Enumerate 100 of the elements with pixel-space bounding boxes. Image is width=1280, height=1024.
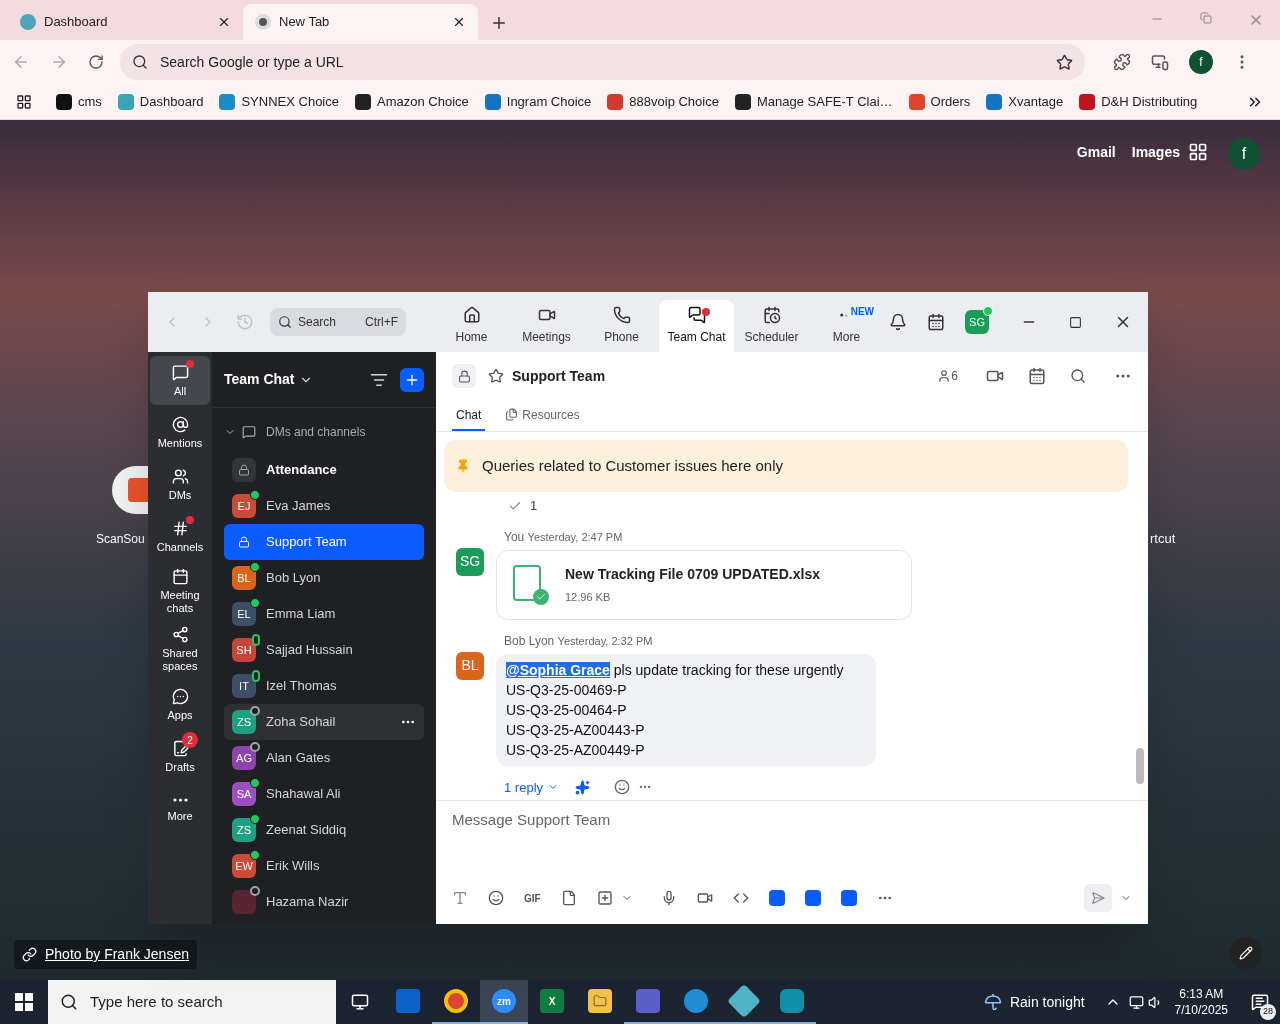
calendar-icon[interactable] <box>927 313 945 331</box>
rail-item[interactable]: Meeting chats <box>150 564 210 619</box>
member-count[interactable]: 6 <box>937 367 958 385</box>
sparkle-icon[interactable] <box>575 779 591 795</box>
reload-icon[interactable] <box>88 54 104 70</box>
chat-list-item[interactable]: IT Izel Thomas <box>224 668 424 704</box>
chat-list-item[interactable]: EJ Eva James <box>224 488 424 524</box>
new-chat-button[interactable] <box>400 367 424 392</box>
sender-avatar[interactable]: BL <box>456 651 484 680</box>
rail-item[interactable]: Channels <box>150 512 210 561</box>
extensions-icon[interactable] <box>1113 53 1131 71</box>
network-icon[interactable] <box>1128 994 1144 1010</box>
file-icon[interactable] <box>560 890 577 906</box>
nav-tab[interactable]: Phone <box>584 300 659 352</box>
photo-credit-link[interactable]: Photo by Frank Jensen <box>14 940 197 969</box>
search-icon[interactable] <box>1070 368 1086 384</box>
profile-avatar[interactable]: f <box>1228 138 1260 170</box>
chat-list-item[interactable]: Attendance <box>224 452 424 488</box>
rail-item[interactable]: All <box>150 356 210 405</box>
nav-tab[interactable]: Scheduler <box>734 300 809 352</box>
bookmark[interactable]: D&H Distributing <box>1079 91 1198 112</box>
chat-list-item[interactable]: AG Alan Gates <box>224 740 424 776</box>
bookmark[interactable]: Amazon Choice <box>355 91 469 112</box>
close-icon[interactable] <box>452 15 466 29</box>
gif-button[interactable]: GIF <box>524 890 541 906</box>
bookmark-favicon-icon <box>484 93 501 110</box>
bookmark-star-icon[interactable] <box>1056 53 1073 71</box>
chat-list-item[interactable]: Support Team <box>224 524 424 560</box>
app-icon[interactable] <box>840 890 857 906</box>
rail-item[interactable]: Mentions <box>150 408 210 457</box>
chat-list-title[interactable]: Team Chat <box>224 369 295 390</box>
chat-name: Bob Lyon <box>266 569 322 588</box>
customize-button[interactable] <box>1230 937 1262 969</box>
reply-count-link[interactable]: 1 reply <box>504 777 560 797</box>
chat-list-item[interactable]: Hazama Nazir <box>224 884 424 920</box>
media-icon[interactable] <box>1151 53 1169 71</box>
scrollbar-thumb[interactable] <box>1136 748 1144 784</box>
emoji-icon[interactable] <box>488 890 504 906</box>
calendar-icon[interactable] <box>1028 367 1046 385</box>
weather-icon[interactable] <box>983 993 1002 1011</box>
video-icon[interactable] <box>696 890 713 906</box>
screenshot-icon[interactable] <box>596 890 613 906</box>
apps-grid-icon[interactable] <box>1188 142 1208 162</box>
file-card[interactable]: New Tracking File 0709 UPDATED.xlsx 12.96 KB <box>496 549 912 620</box>
new-tab-icon[interactable] <box>490 14 508 32</box>
bookmark[interactable]: SYNNEX Choice <box>219 91 339 112</box>
channel-tab[interactable]: Chat <box>452 400 486 431</box>
rail-item[interactable]: Shared spaces <box>150 622 210 677</box>
rail-item[interactable]: DMs <box>150 460 210 509</box>
chat-list-item[interactable]: BL Bob Lyon <box>224 560 424 596</box>
notifications-button[interactable]: 28 <box>1240 980 1280 1024</box>
browser-tab[interactable]: Dashboard <box>8 4 243 40</box>
maximize-icon[interactable] <box>1069 315 1082 329</box>
app-icon[interactable] <box>768 890 785 906</box>
chat-list-item[interactable]: EW Erik Wills <box>224 848 424 884</box>
nav-tab[interactable]: NEW More <box>809 300 884 352</box>
nav-tab[interactable]: Team Chat <box>659 300 734 352</box>
send-button[interactable] <box>1084 884 1112 912</box>
rail-item[interactable]: More <box>150 784 210 833</box>
apps-grid-icon[interactable] <box>16 93 32 110</box>
chat-list-item[interactable]: EL Emma Liam <box>224 596 424 632</box>
text-format-icon[interactable] <box>452 890 468 906</box>
nav-tab[interactable]: Meetings <box>509 300 584 352</box>
close-icon[interactable] <box>217 15 231 29</box>
profile-avatar[interactable]: f <box>1189 50 1213 74</box>
code-icon[interactable] <box>732 890 749 906</box>
bookmark[interactable]: 888voip Choice <box>607 91 719 112</box>
chat-list-item[interactable]: SA Shahawal Ali <box>224 776 424 812</box>
address-bar[interactable]: Search Google or type a URL <box>120 44 1085 80</box>
search-field[interactable]: Search Ctrl+F <box>270 308 406 336</box>
star-icon[interactable] <box>488 368 504 384</box>
chat-list-item[interactable]: SH Sajjad Hussain <box>224 632 424 668</box>
taskbar-app[interactable]: X <box>528 980 576 1024</box>
chat-list-item[interactable]: ZS Zoha Sohail <box>224 704 424 740</box>
taskbar-search-field[interactable]: Type here to search <box>48 980 336 1024</box>
clock[interactable]: 6:13 AM 7/10/2025 <box>1174 986 1228 1018</box>
header-link[interactable]: Images <box>1131 142 1180 163</box>
nav-tab[interactable]: Home <box>434 300 509 352</box>
bookmark[interactable]: cms <box>56 91 102 112</box>
browser-tab[interactable]: New Tab <box>243 4 478 40</box>
add-reaction-icon[interactable] <box>614 779 631 796</box>
header-link[interactable]: Gmail <box>1076 142 1116 163</box>
notifications-icon[interactable] <box>889 313 907 331</box>
shortcut-label[interactable]: rtcut <box>1150 529 1176 549</box>
bookmark[interactable]: Manage SAFE-T Clai… <box>734 91 893 112</box>
bookmark[interactable]: Xvantage <box>986 91 1064 112</box>
channel-tab[interactable]: Resources <box>501 400 584 431</box>
bookmark[interactable]: Orders <box>908 91 971 112</box>
bookmark[interactable]: Ingram Choice <box>484 91 592 112</box>
message-input[interactable]: Message Support Team <box>452 809 1132 832</box>
weather-label[interactable]: Rain tonight <box>1009 991 1085 1013</box>
shortcut-tile[interactable] <box>112 466 148 514</box>
chat-list-item[interactable]: ZS Zeenat Siddiq <box>224 812 424 848</box>
bookmark[interactable]: Dashboard <box>117 91 204 112</box>
app-icon[interactable] <box>804 890 821 906</box>
rail-item[interactable]: Apps <box>150 680 210 729</box>
user-mention[interactable]: @Sophia Grace <box>506 661 610 678</box>
pinned-banner[interactable]: Queries related to Customer issues here only <box>444 440 1128 492</box>
shortcut-label[interactable]: ScanSou <box>96 530 145 548</box>
rail-item[interactable]: Drafts 2 <box>150 732 210 781</box>
